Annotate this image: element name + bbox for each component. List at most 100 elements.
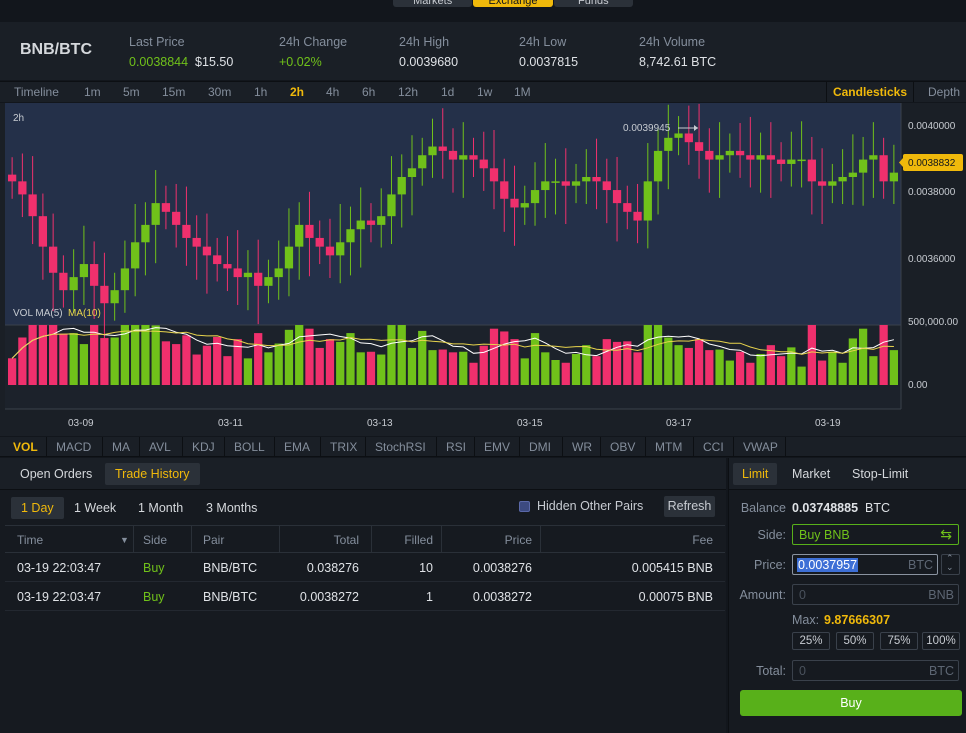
indicator-avl[interactable]: AVL: [149, 440, 171, 454]
total-input[interactable]: 0 BTC: [792, 660, 959, 681]
interval-1h[interactable]: 1h: [254, 85, 267, 99]
price-chart[interactable]: 2h 0.0039945 0.0040000 0.0038000 0.00360…: [0, 103, 966, 436]
interval-6h[interactable]: 6h: [362, 85, 375, 99]
range-1-week[interactable]: 1 Week: [64, 497, 126, 519]
hidden-pairs-checkbox[interactable]: [519, 501, 530, 512]
buy-button[interactable]: Buy: [740, 690, 962, 716]
candle-body: [428, 146, 437, 156]
side-select[interactable]: Buy BNB ⇆: [792, 524, 959, 545]
candle-body: [172, 211, 181, 225]
balance-value: 0.03748885: [792, 501, 859, 515]
interval-2h[interactable]: 2h: [290, 85, 304, 99]
top-nav: Markets Exchange Funds: [393, 0, 634, 7]
trade-table-header: Time ▼ Side Pair Total Filled Price Fee: [5, 525, 725, 553]
interval-1d[interactable]: 1d: [441, 85, 454, 99]
indicator-ma[interactable]: MA: [112, 440, 130, 454]
indicator-rsi[interactable]: RSI: [446, 440, 466, 454]
refresh-button[interactable]: Refresh: [664, 496, 715, 517]
swap-icon[interactable]: ⇆: [940, 526, 952, 543]
indicator-separator: [320, 437, 321, 457]
tab-depth[interactable]: Depth: [928, 85, 960, 99]
indicator-stochrsi[interactable]: StochRSI: [375, 440, 426, 454]
tab-candlesticks[interactable]: Candlesticks: [826, 82, 914, 102]
price-tick-2: 0.0038000: [908, 187, 956, 198]
nav-tab-exchange[interactable]: Exchange: [473, 0, 553, 7]
volume-bar: [377, 354, 386, 385]
stepper-down-icon[interactable]: ⌄: [946, 562, 954, 573]
interval-bar: Timeline 1m 5m 15m 30m 1h 2h 4h 6h 12h 1…: [0, 81, 966, 102]
indicator-vol[interactable]: VOL: [13, 440, 38, 454]
interval-1w[interactable]: 1w: [477, 85, 492, 99]
indicator-boll[interactable]: BOLL: [234, 440, 265, 454]
percent-25-button[interactable]: 25%: [792, 632, 830, 650]
range-1-day[interactable]: 1 Day: [11, 497, 64, 519]
amount-input[interactable]: 0 BNB: [792, 584, 959, 605]
indicator-dmi[interactable]: DMI: [529, 440, 551, 454]
date-tick-2: 03-11: [218, 418, 243, 429]
interval-4h[interactable]: 4h: [326, 85, 339, 99]
candle-body: [787, 159, 796, 164]
volume-bar: [776, 356, 786, 385]
hidden-pairs-label[interactable]: Hidden Other Pairs: [537, 499, 643, 513]
price-stepper[interactable]: ⌃ ⌄: [941, 553, 960, 575]
indicator-kdj[interactable]: KDJ: [192, 440, 215, 454]
range-3-months[interactable]: 3 Months: [196, 497, 267, 519]
volume-bar: [848, 338, 857, 385]
indicator-obv[interactable]: OBV: [610, 440, 635, 454]
range-1-month[interactable]: 1 Month: [128, 497, 193, 519]
nav-tab-markets[interactable]: Markets: [393, 0, 473, 7]
price-input[interactable]: 0.0037957 BTC: [792, 554, 938, 575]
cell-filled: 1: [426, 590, 433, 604]
percent-75-button[interactable]: 75%: [880, 632, 918, 650]
candle-body: [797, 159, 806, 162]
interval-5m[interactable]: 5m: [123, 85, 140, 99]
indicator-trix[interactable]: TRIX: [330, 440, 357, 454]
volume-bar: [387, 325, 396, 385]
col-time[interactable]: Time: [17, 533, 43, 547]
interval-timeline[interactable]: Timeline: [14, 85, 59, 99]
indicator-vwap[interactable]: VWAP: [743, 440, 778, 454]
candle-body: [254, 272, 263, 286]
candle-body: [705, 150, 714, 160]
indicator-cci[interactable]: CCI: [703, 440, 724, 454]
candle-body: [305, 224, 314, 238]
percent-50-button[interactable]: 50%: [836, 632, 874, 650]
tab-market[interactable]: Market: [783, 463, 839, 485]
indicator-macd[interactable]: MACD: [56, 440, 91, 454]
nav-tab-funds[interactable]: Funds: [553, 0, 633, 7]
volume-bar: [407, 347, 417, 385]
interval-30m[interactable]: 30m: [208, 85, 231, 99]
interval-1m[interactable]: 1m: [84, 85, 101, 99]
date-tick-6: 03-19: [815, 418, 841, 429]
tab-open-orders[interactable]: Open Orders: [10, 463, 102, 485]
volume-bar: [79, 344, 89, 385]
volume-bar: [541, 352, 550, 385]
change-value: +0.02%: [279, 55, 322, 69]
interval-1M[interactable]: 1M: [514, 85, 531, 99]
indicator-emv[interactable]: EMV: [484, 440, 510, 454]
indicator-ema[interactable]: EMA: [284, 440, 310, 454]
tab-stop-limit[interactable]: Stop-Limit: [843, 463, 917, 485]
volume-bar: [366, 351, 376, 385]
percent-100-button[interactable]: 100%: [922, 632, 960, 650]
indicator-separator: [139, 437, 140, 457]
candlestick-chart[interactable]: 2h 0.0039945 0.0040000 0.0038000 0.00360…: [0, 103, 966, 436]
candle-body: [479, 159, 488, 169]
cell-time: 03-19 22:03:47: [17, 590, 102, 604]
high-block: 24h High 0.0039680: [399, 35, 458, 69]
indicator-wr[interactable]: WR: [572, 440, 592, 454]
interval-12h[interactable]: 12h: [398, 85, 418, 99]
candle-body: [612, 190, 622, 204]
total-label: Total:: [756, 664, 786, 678]
candle-body: [69, 277, 78, 291]
sort-caret-icon[interactable]: ▼: [120, 535, 129, 545]
interval-15m[interactable]: 15m: [162, 85, 185, 99]
indicator-mtm[interactable]: MTM: [655, 440, 682, 454]
volume-label: 24h Volume: [639, 35, 706, 49]
tab-limit[interactable]: Limit: [733, 463, 778, 485]
candle-body: [120, 268, 130, 291]
candle-body: [387, 194, 396, 217]
table-row: 03-19 22:03:47 Buy BNB/BTC 0.0038272 1 0…: [5, 582, 725, 611]
tab-trade-history[interactable]: Trade History: [105, 463, 200, 485]
candle-body: [489, 168, 499, 182]
